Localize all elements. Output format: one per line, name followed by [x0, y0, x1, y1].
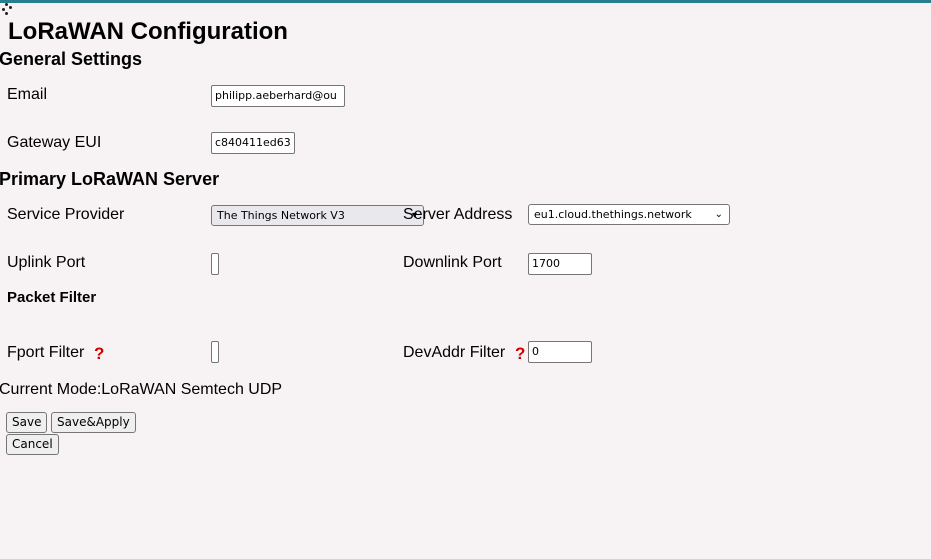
general-settings-heading: General Settings: [0, 49, 143, 69]
save-apply-button[interactable]: Save&Apply: [51, 412, 136, 433]
server-address-select[interactable]: eu1.cloud.thethings.network ⌄: [528, 204, 730, 225]
spinner-icon: [1, 3, 13, 15]
fport-filter-label: Fport Filter: [7, 344, 85, 361]
page-title: LoRaWAN Configuration: [8, 18, 288, 45]
server-address-value: eu1.cloud.thethings.network: [534, 208, 692, 221]
gateway-eui-label: Gateway EUI: [7, 134, 102, 151]
top-accent-line: [0, 0, 931, 3]
downlink-port-field[interactable]: 1700: [528, 253, 592, 275]
service-provider-label: Service Provider: [7, 206, 125, 223]
primary-server-heading: Primary LoRaWAN Server: [0, 169, 220, 189]
save-button[interactable]: Save: [6, 412, 48, 433]
question-mark-icon[interactable]: ?: [94, 344, 104, 364]
downlink-port-label: Downlink Port: [403, 254, 502, 271]
gateway-eui-field[interactable]: c840411ed63: [211, 132, 295, 154]
service-provider-select[interactable]: The Things Network V3 ▾: [211, 205, 424, 226]
email-label: Email: [7, 86, 48, 103]
question-mark-icon[interactable]: ?: [515, 344, 525, 364]
packet-filter-heading: Packet Filter: [7, 289, 97, 306]
fport-filter-field[interactable]: [211, 341, 219, 363]
current-mode-status: Current Mode:LoRaWAN Semtech UDP: [0, 381, 283, 398]
uplink-port-label: Uplink Port: [7, 254, 86, 271]
cancel-button[interactable]: Cancel: [6, 434, 59, 455]
server-address-label: Server Address: [403, 206, 513, 223]
email-field[interactable]: philipp.aeberhard@ou: [211, 85, 345, 107]
uplink-port-field[interactable]: [211, 253, 219, 275]
devaddr-filter-label: DevAddr Filter: [403, 344, 506, 361]
service-provider-value: The Things Network V3: [217, 209, 345, 222]
devaddr-filter-field[interactable]: 0: [528, 341, 592, 363]
chevron-down-icon: ⌄: [714, 209, 723, 220]
